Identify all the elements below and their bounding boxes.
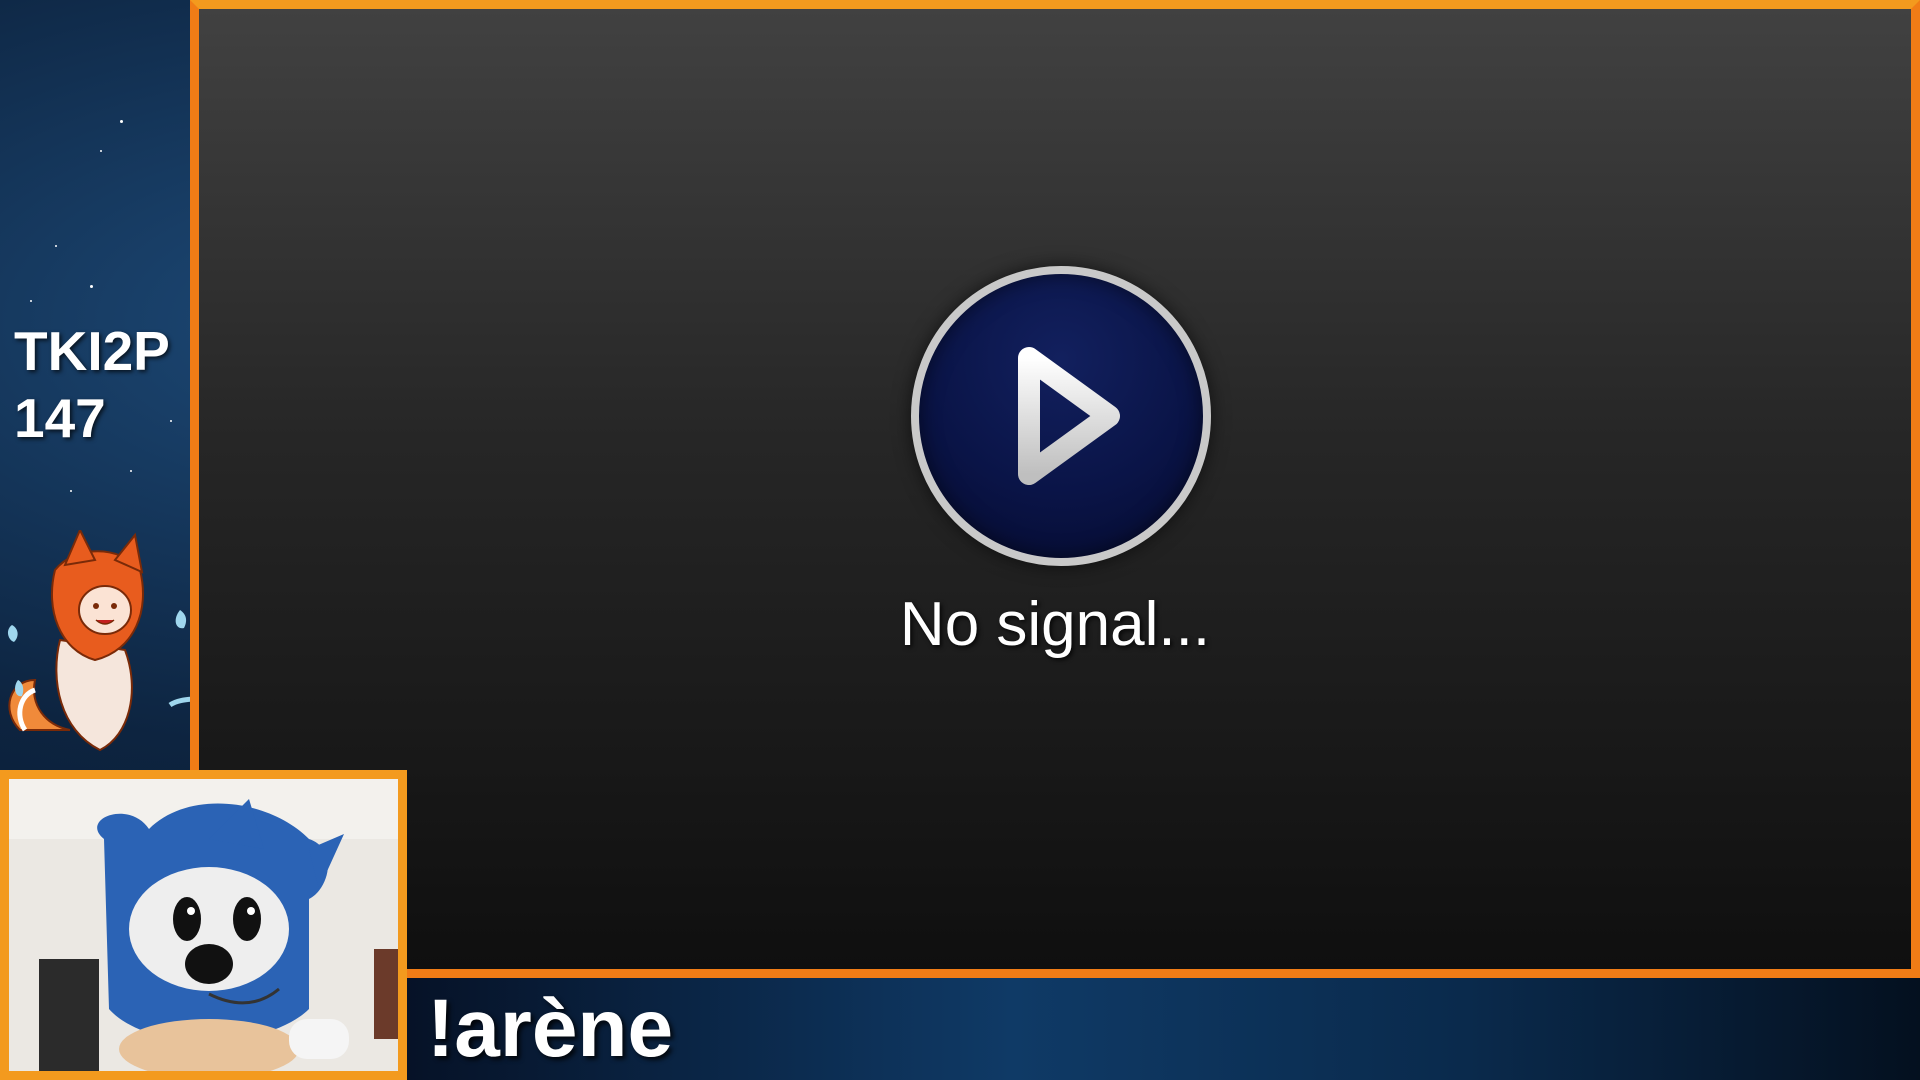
channel-number: 147 [14,387,106,450]
play-button[interactable] [911,266,1211,566]
play-icon [1018,347,1120,485]
bottom-banner: !arène [407,978,1920,1080]
webcam-feed [0,770,407,1080]
chat-command-text: !arène [427,983,674,1074]
no-signal-text: No signal... [899,590,1211,659]
webcam-plush-icon [9,779,398,1071]
fox-mascot-icon [7,530,201,752]
channel-label: TKI2P 147 [14,318,170,452]
game-capture-frame: No signal... [190,0,1920,978]
channel-name: TKI2P [14,320,170,382]
